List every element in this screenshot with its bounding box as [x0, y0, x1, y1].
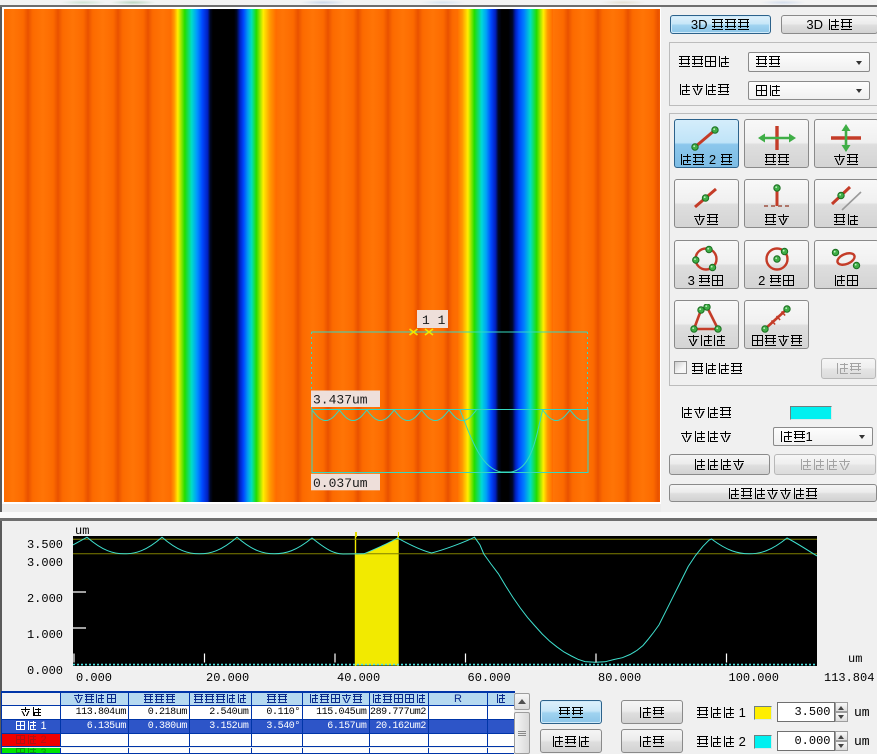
svg-text:3.437um: 3.437um	[313, 393, 368, 408]
svg-text:1 1: 1 1	[422, 313, 446, 328]
svg-text:0.037um: 0.037um	[313, 476, 368, 491]
